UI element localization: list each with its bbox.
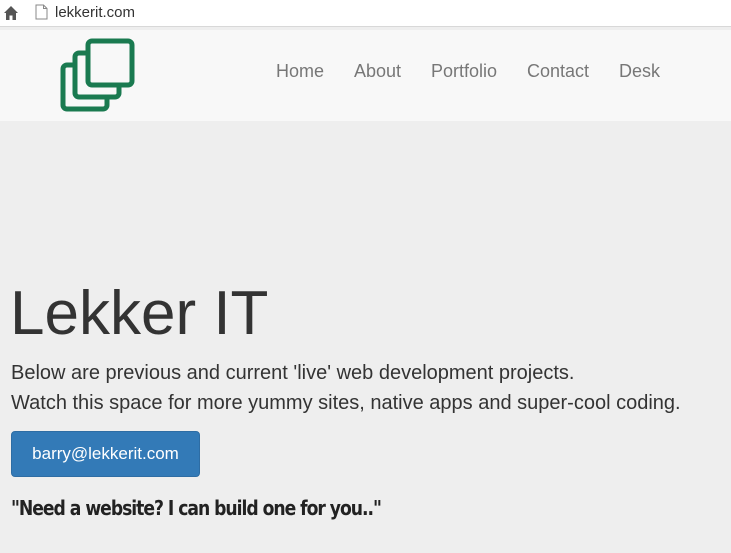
- nav-portfolio[interactable]: Portfolio: [431, 60, 497, 82]
- browser-address-bar: lekkerit.com: [0, 0, 731, 27]
- intro-text-line-1: Below are previous and current 'live' we…: [11, 362, 575, 384]
- nav-desk[interactable]: Desk: [619, 60, 660, 82]
- nav-home[interactable]: Home: [276, 60, 324, 82]
- email-button[interactable]: barry@lekkerit.com: [11, 431, 200, 477]
- stacked-squares-logo[interactable]: [60, 38, 136, 114]
- tagline: "Need a website? I can build one for you…: [11, 496, 382, 520]
- home-icon[interactable]: [3, 5, 19, 21]
- nav-about[interactable]: About: [354, 60, 401, 82]
- url-text[interactable]: lekkerit.com: [55, 4, 135, 22]
- nav-contact[interactable]: Contact: [527, 60, 589, 82]
- intro-text-line-2: Watch this space for more yummy sites, n…: [11, 392, 681, 414]
- page-title: Lekker IT: [10, 279, 269, 348]
- document-icon: [35, 4, 48, 20]
